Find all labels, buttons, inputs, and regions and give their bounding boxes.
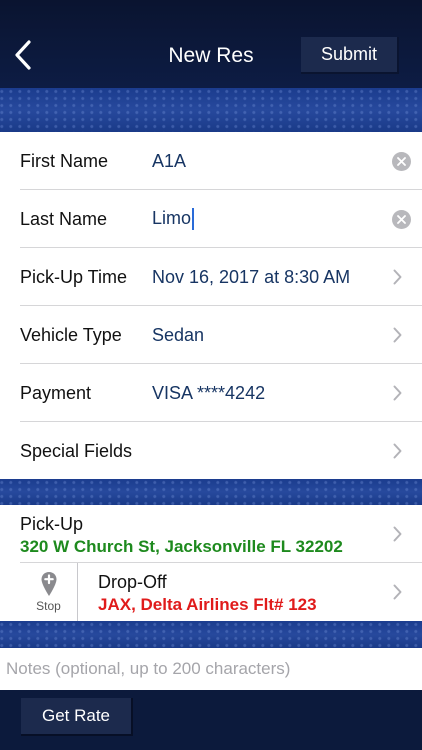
payment-row[interactable]: Payment VISA ****4242 xyxy=(0,364,422,422)
vehicle-type-row[interactable]: Vehicle Type Sedan xyxy=(0,306,422,364)
dropoff-title: Drop-Off xyxy=(98,572,167,592)
last-name-row[interactable]: Last Name Limo xyxy=(0,190,422,248)
first-name-label: First Name xyxy=(20,150,109,171)
bottom-toolbar: Get Rate xyxy=(0,690,422,750)
payment-label: Payment xyxy=(20,382,92,403)
chevron-right-icon xyxy=(390,325,404,345)
dropoff-address: JAX, Delta Airlines Flt# 123 xyxy=(98,595,317,614)
notes-input[interactable] xyxy=(6,659,416,679)
special-fields-row[interactable]: Special Fields xyxy=(0,422,422,480)
chevron-right-icon xyxy=(390,524,404,544)
last-name-value: Limo xyxy=(152,207,192,228)
special-fields-label: Special Fields xyxy=(20,440,133,461)
clear-icon[interactable] xyxy=(392,151,411,171)
pickup-time-label: Pick-Up Time xyxy=(20,266,128,287)
pickup-address: 320 W Church St, Jacksonville FL 32202 xyxy=(20,537,343,556)
pickup-time-value: Nov 16, 2017 at 8:30 AM xyxy=(152,266,351,287)
stop-label: Stop xyxy=(36,599,61,613)
pickup-time-row[interactable]: Pick-Up Time Nov 16, 2017 at 8:30 AM xyxy=(0,248,422,306)
last-name-label: Last Name xyxy=(20,208,108,229)
vehicle-type-label: Vehicle Type xyxy=(20,324,122,345)
vehicle-type-value: Sedan xyxy=(152,324,205,345)
first-name-field[interactable]: A1A xyxy=(152,151,186,172)
dropoff-location-row[interactable]: Stop Drop-Off JAX, Delta Airlines Flt# 1… xyxy=(0,563,422,621)
map-banner xyxy=(0,88,422,132)
clear-icon[interactable] xyxy=(392,209,411,229)
notes-container xyxy=(0,648,422,690)
chevron-right-icon xyxy=(390,441,404,461)
reservation-form: First Name A1A Last Name Limo Pick-Up Ti… xyxy=(0,132,422,479)
pickup-title: Pick-Up xyxy=(20,514,84,534)
chevron-right-icon xyxy=(390,582,404,602)
map-banner xyxy=(0,479,422,505)
add-stop-button[interactable]: Stop xyxy=(20,563,78,621)
last-name-field[interactable]: Limo xyxy=(152,207,195,231)
map-banner xyxy=(0,621,422,648)
pickup-location-row[interactable]: Pick-Up 320 W Church St, Jacksonville FL… xyxy=(0,505,422,563)
text-cursor xyxy=(192,208,195,231)
payment-value: VISA ****4242 xyxy=(152,382,266,403)
first-name-row[interactable]: First Name A1A xyxy=(0,132,422,190)
chevron-right-icon xyxy=(390,383,404,403)
locations-section: Pick-Up 320 W Church St, Jacksonville FL… xyxy=(0,505,422,621)
get-rate-button[interactable]: Get Rate xyxy=(21,698,133,736)
map-pin-add-icon xyxy=(41,572,56,596)
chevron-right-icon xyxy=(390,267,404,287)
navigation-bar: New Res Submit xyxy=(0,0,422,88)
submit-button[interactable]: Submit xyxy=(301,37,399,74)
